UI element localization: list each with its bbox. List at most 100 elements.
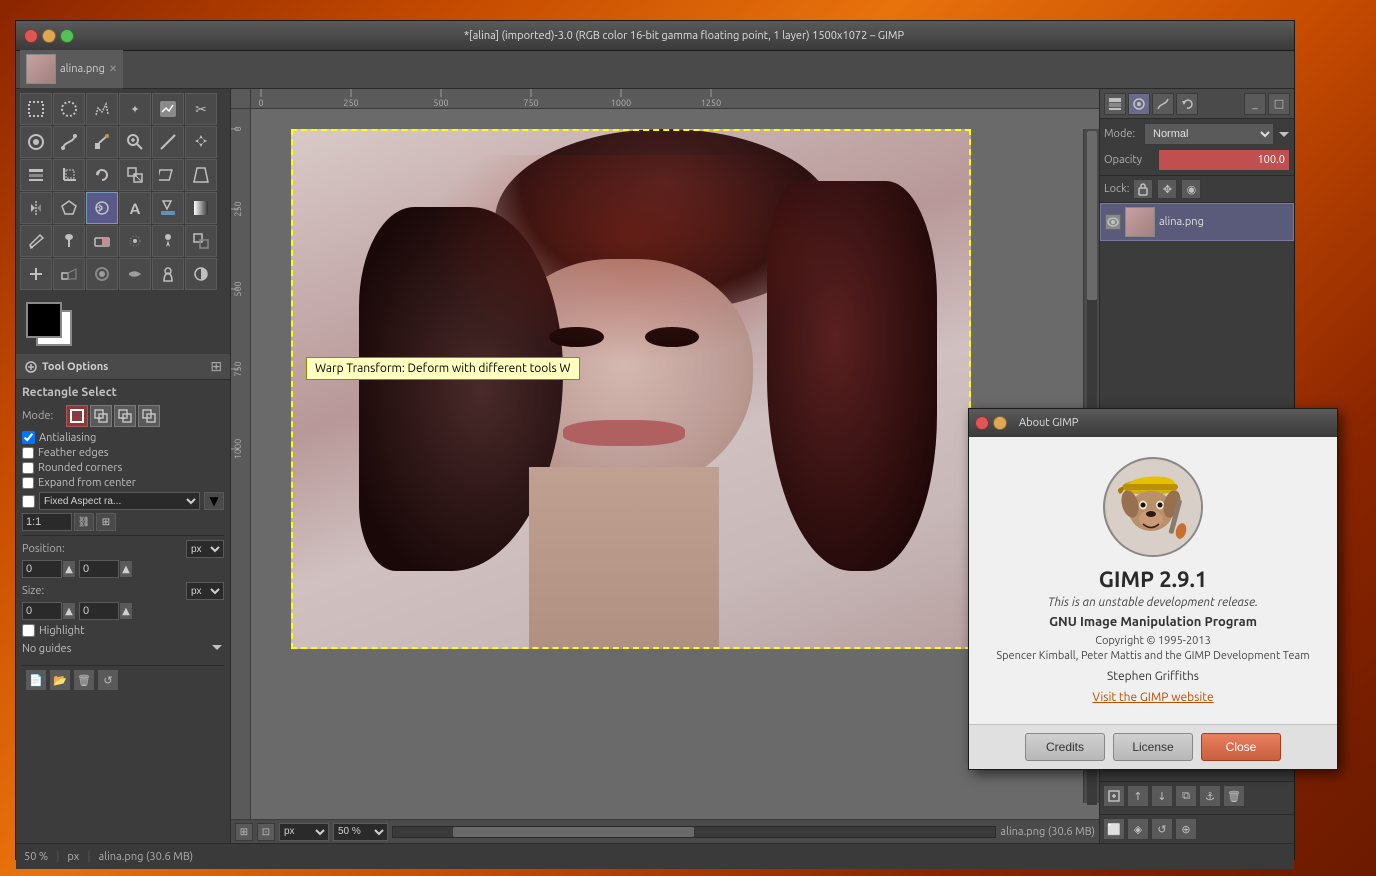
image-tab[interactable]: alina.png ✕	[20, 50, 123, 89]
about-close-button[interactable]: Close	[1201, 733, 1281, 761]
shear-tool[interactable]	[152, 159, 184, 191]
new-options-btn[interactable]: 📄	[25, 669, 47, 691]
highlight-checkbox[interactable]	[22, 624, 35, 637]
warp-transform-tool[interactable]	[86, 192, 118, 224]
airbrush-tool[interactable]	[119, 225, 151, 257]
expand-from-center-checkbox[interactable]	[22, 477, 34, 489]
minimize-panel-btn[interactable]: _	[1244, 93, 1266, 115]
refresh-options-btn[interactable]: ↺	[97, 669, 119, 691]
size-w-input[interactable]	[22, 602, 62, 620]
ellipse-select-tool[interactable]	[53, 93, 85, 125]
guides-arrow-btn[interactable]	[210, 640, 224, 657]
history-icon-btn[interactable]	[1176, 93, 1198, 115]
tool-icon-2[interactable]: ◈	[1127, 818, 1149, 840]
size-w-up-btn[interactable]: ▲	[62, 602, 76, 620]
horizontal-scrollbar[interactable]	[392, 826, 996, 838]
layers-icon-btn[interactable]	[1104, 93, 1126, 115]
crop-tool[interactable]	[53, 159, 85, 191]
antialiasing-checkbox[interactable]	[22, 431, 35, 444]
tool-icon-3[interactable]: ↺	[1151, 818, 1173, 840]
size-h-up-btn[interactable]: ▲	[119, 602, 133, 620]
text-tool[interactable]: A	[119, 192, 151, 224]
color-swatches[interactable]	[16, 294, 230, 354]
window-max-btn[interactable]	[60, 29, 74, 43]
tool-icon-4[interactable]: ⊕	[1175, 818, 1197, 840]
lock-pixels-btn[interactable]	[1133, 179, 1153, 199]
fixed-aspect-select[interactable]: Fixed Aspect ra...	[39, 492, 200, 510]
rect-select-tool[interactable]	[20, 93, 52, 125]
tool-options-expand-btn[interactable]: ⊞	[210, 358, 222, 375]
heal-tool[interactable]	[20, 258, 52, 290]
window-close-btn[interactable]	[24, 29, 38, 43]
position-unit-select[interactable]: px	[186, 540, 224, 558]
paths-tool[interactable]	[53, 126, 85, 158]
position-y-up-btn[interactable]: ▲	[119, 560, 133, 578]
expand-panel-btn[interactable]: □	[1268, 93, 1290, 115]
position-x-input[interactable]	[22, 560, 62, 578]
select-by-color-tool[interactable]	[152, 93, 184, 125]
foreground-select-tool[interactable]	[20, 126, 52, 158]
h-scroll-thumb[interactable]	[453, 827, 694, 837]
paintbrush-tool[interactable]	[53, 225, 85, 257]
channels-icon-btn[interactable]	[1128, 93, 1150, 115]
rotate-tool[interactable]	[86, 159, 118, 191]
size-h-input[interactable]	[79, 602, 119, 620]
about-min-btn-tb[interactable]	[993, 416, 1007, 430]
free-select-tool[interactable]	[86, 93, 118, 125]
size-unit-select[interactable]: px	[186, 582, 224, 600]
tool-icon-1[interactable]: ⬜	[1103, 818, 1125, 840]
layer-item[interactable]: alina.png	[1100, 203, 1294, 241]
paths-icon-btn[interactable]	[1152, 93, 1174, 115]
fixed-aspect-extra-btn[interactable]: ▼	[204, 492, 224, 510]
unit-select[interactable]: px	[279, 823, 329, 841]
ratio-expand-btn[interactable]: ⊞	[96, 513, 116, 531]
clone-tool[interactable]	[185, 225, 217, 257]
mode-subtract-btn[interactable]: −	[114, 405, 136, 427]
window-min-btn[interactable]	[42, 29, 56, 43]
lock-position-btn[interactable]: ✥	[1157, 179, 1177, 199]
rounded-corners-checkbox[interactable]	[22, 462, 34, 474]
v-scroll-thumb[interactable]	[1087, 131, 1097, 300]
foreground-color-swatch[interactable]	[26, 302, 62, 338]
mode-dropdown[interactable]: Normal	[1144, 123, 1274, 145]
dodge-burn-tool[interactable]	[152, 258, 184, 290]
ratio-chain-btn[interactable]: ⛓	[74, 513, 94, 531]
feather-edges-checkbox[interactable]	[22, 447, 34, 459]
delete-layer-btn[interactable]: 🗑	[1223, 785, 1245, 807]
mode-intersect-btn[interactable]	[138, 405, 160, 427]
lower-layer-btn[interactable]: ↓	[1151, 785, 1173, 807]
zoom-fit-btn[interactable]: ⊞	[235, 823, 253, 841]
delete-options-btn[interactable]: 🗑	[73, 669, 95, 691]
raise-layer-btn[interactable]: ↑	[1127, 785, 1149, 807]
open-options-btn[interactable]: 📂	[49, 669, 71, 691]
credits-button[interactable]: Credits	[1025, 733, 1105, 761]
perspective-tool[interactable]	[185, 159, 217, 191]
zoom-fill-btn[interactable]: ⊡	[257, 823, 275, 841]
color-picker-tool[interactable]	[86, 126, 118, 158]
lock-alpha-btn[interactable]: ◉	[1181, 179, 1201, 199]
about-close-btn-tb[interactable]	[975, 416, 989, 430]
blend-tool[interactable]	[185, 192, 217, 224]
opacity-slider[interactable]: 100.0	[1158, 149, 1290, 171]
blur-sharpen-tool[interactable]	[86, 258, 118, 290]
move-tool[interactable]	[185, 126, 217, 158]
magnify-tool[interactable]	[119, 126, 151, 158]
license-button[interactable]: License	[1113, 733, 1193, 761]
position-x-up-btn[interactable]: ▲	[62, 560, 76, 578]
scissors-select-tool[interactable]: ✂	[185, 93, 217, 125]
new-layer-btn[interactable]	[1103, 785, 1125, 807]
mode-new-btn[interactable]	[66, 405, 88, 427]
flip-tool[interactable]	[20, 192, 52, 224]
smudge-tool[interactable]	[119, 258, 151, 290]
fuzzy-select-tool[interactable]: ✦	[119, 93, 151, 125]
ink-tool[interactable]	[152, 225, 184, 257]
cage-transform-tool[interactable]	[53, 192, 85, 224]
position-y-input[interactable]	[79, 560, 119, 578]
desaturate-tool[interactable]	[185, 258, 217, 290]
gimp-website-link[interactable]: Visit the GIMP website	[1092, 691, 1213, 704]
perspective-clone-tool[interactable]	[53, 258, 85, 290]
ratio-field[interactable]	[22, 513, 72, 531]
align-tool[interactable]	[20, 159, 52, 191]
scale-tool[interactable]	[119, 159, 151, 191]
anchor-layer-btn[interactable]: ⚓	[1199, 785, 1221, 807]
